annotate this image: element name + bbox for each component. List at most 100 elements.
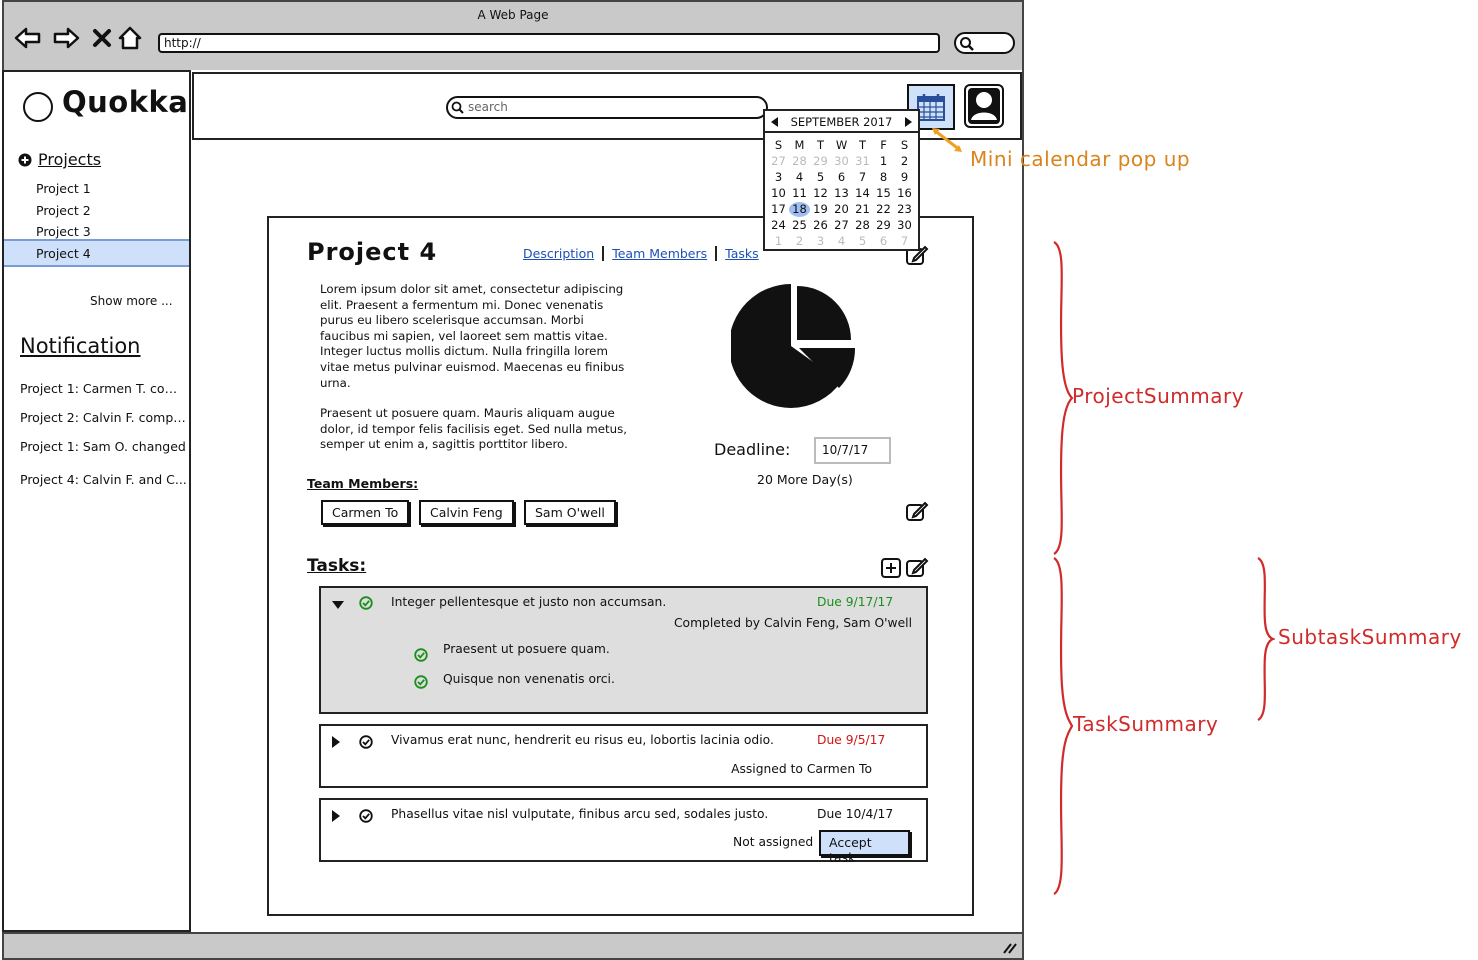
task-status: Assigned to Carmen To: [731, 762, 872, 776]
team-member-chip[interactable]: Sam O'well: [524, 500, 616, 525]
calendar-day[interactable]: 11: [789, 186, 810, 201]
calendar-day[interactable]: 17: [768, 202, 789, 217]
notification-item[interactable]: Project 2: Calvin F. completed: [20, 410, 188, 425]
search-input[interactable]: search: [446, 96, 768, 119]
calendar-day[interactable]: 30: [831, 154, 852, 169]
calendar-day[interactable]: 9: [894, 170, 915, 185]
next-month-icon[interactable]: [904, 116, 914, 128]
calendar-day[interactable]: 7: [894, 234, 915, 249]
calendar-day[interactable]: 6: [873, 234, 894, 249]
logo-icon: [23, 92, 53, 122]
sidebar-item-project-2[interactable]: Project 2: [4, 200, 189, 222]
tab-tasks[interactable]: Tasks: [715, 246, 767, 261]
calendar-day[interactable]: 3: [810, 234, 831, 249]
forward-icon[interactable]: [52, 24, 80, 52]
browser-search-field[interactable]: [954, 32, 1015, 54]
calendar-day[interactable]: 4: [789, 170, 810, 185]
user-avatar-button[interactable]: [964, 84, 1004, 128]
weekday-label: T: [816, 138, 825, 152]
edit-tasks-icon[interactable]: [905, 556, 929, 578]
calendar-day[interactable]: 8: [873, 170, 894, 185]
sidebar-item-project-4[interactable]: Project 4: [4, 239, 189, 267]
url-bar[interactable]: http://: [158, 33, 940, 53]
notification-item[interactable]: Project 1: Sam O. changed: [20, 439, 188, 454]
calendar-day[interactable]: 30: [894, 218, 915, 233]
resize-grip-icon[interactable]: [1002, 940, 1018, 954]
weekday-label: M: [794, 138, 805, 152]
calendar-day[interactable]: 2: [894, 154, 915, 169]
subtask-complete-icon[interactable]: [414, 648, 428, 662]
accept-task-button[interactable]: Accept task: [819, 830, 910, 865]
task-summary[interactable]: Vivamus erat nunc, hendrerit eu risus eu…: [319, 724, 928, 788]
task-status: Not assigned: [733, 835, 814, 849]
back-icon[interactable]: [14, 24, 42, 52]
sidebar-item-project-1[interactable]: Project 1: [4, 178, 189, 200]
window-title: A Web Page: [477, 8, 549, 22]
calendar-day[interactable]: 3: [768, 170, 789, 185]
add-task-icon[interactable]: [881, 558, 901, 578]
calendar-day[interactable]: 2: [789, 234, 810, 249]
days-remaining: 20 More Day(s): [757, 472, 853, 487]
calendar-day[interactable]: 27: [831, 218, 852, 233]
collapse-triangle-icon[interactable]: [331, 600, 345, 610]
calendar-day[interactable]: 6: [831, 170, 852, 185]
task-check-icon[interactable]: [359, 809, 373, 823]
calendar-day[interactable]: 5: [810, 170, 831, 185]
edit-team-icon[interactable]: [905, 500, 929, 522]
tasks-label: Tasks:: [307, 556, 367, 576]
add-circle-icon[interactable]: [18, 153, 32, 167]
tab-description[interactable]: Description: [523, 246, 602, 261]
calendar-day[interactable]: 28: [852, 218, 873, 233]
notification-item[interactable]: Project 1: Carmen T. completed: [20, 381, 188, 396]
expand-triangle-icon[interactable]: [331, 809, 341, 823]
calendar-day[interactable]: 25: [789, 218, 810, 233]
calendar-day[interactable]: 29: [810, 154, 831, 169]
description-paragraph: Lorem ipsum dolor sit amet, consectetur …: [320, 282, 625, 390]
prev-month-icon[interactable]: [769, 116, 779, 128]
mini-calendar-popup: SEPTEMBER 2017 S M T W T F S 27 28 29 30…: [763, 109, 920, 251]
calendar-day[interactable]: 1: [768, 234, 789, 249]
task-due-date: Due 9/17/17: [817, 595, 894, 609]
calendar-day[interactable]: 23: [894, 202, 915, 217]
calendar-day[interactable]: 16: [894, 186, 915, 201]
stop-icon[interactable]: [88, 24, 116, 52]
expand-triangle-icon[interactable]: [331, 735, 341, 749]
calendar-day[interactable]: 21: [852, 202, 873, 217]
team-member-chip[interactable]: Calvin Feng: [419, 500, 514, 525]
calendar-day[interactable]: 22: [873, 202, 894, 217]
calendar-day[interactable]: 31: [852, 154, 873, 169]
task-complete-icon[interactable]: [359, 596, 373, 610]
calendar-day[interactable]: 7: [852, 170, 873, 185]
calendar-day[interactable]: 19: [810, 202, 831, 217]
calendar-day[interactable]: 24: [768, 218, 789, 233]
deadline-field[interactable]: 10/7/17: [814, 437, 891, 464]
calendar-day[interactable]: 28: [789, 154, 810, 169]
calendar-day[interactable]: 20: [831, 202, 852, 217]
calendar-day[interactable]: 13: [831, 186, 852, 201]
projects-header[interactable]: Projects: [18, 150, 101, 169]
task-summary[interactable]: Phasellus vitae nisl vulputate, finibus …: [319, 798, 928, 865]
calendar-day[interactable]: 12: [810, 186, 831, 201]
app-logo[interactable]: Quokka: [62, 85, 188, 119]
calendar-week-row: 3 4 5 6 7 8 9: [768, 170, 915, 185]
calendar-day[interactable]: 14: [852, 186, 873, 201]
calendar-day[interactable]: 4: [831, 234, 852, 249]
home-icon[interactable]: [116, 24, 144, 52]
subtask-name: Praesent ut posuere quam.: [443, 642, 610, 656]
task-check-icon[interactable]: [359, 735, 373, 749]
task-summary-expanded[interactable]: Integer pellentesque et justo non accums…: [319, 586, 928, 714]
calendar-day[interactable]: 27: [768, 154, 789, 169]
project-summary-brace-icon: [1053, 241, 1074, 555]
notification-item[interactable]: Project 4: Calvin F. and C...: [20, 472, 188, 487]
subtask-complete-icon[interactable]: [414, 675, 428, 689]
calendar-day[interactable]: 15: [873, 186, 894, 201]
calendar-day[interactable]: 26: [810, 218, 831, 233]
calendar-day[interactable]: 5: [852, 234, 873, 249]
show-more-link[interactable]: Show more ...: [90, 294, 173, 308]
calendar-day-selected[interactable]: 18: [789, 202, 810, 217]
team-member-chip[interactable]: Carmen To: [321, 500, 410, 525]
calendar-day[interactable]: 29: [873, 218, 894, 233]
calendar-day[interactable]: 1: [873, 154, 894, 169]
calendar-day[interactable]: 10: [768, 186, 789, 201]
tab-team-members[interactable]: Team Members: [602, 246, 715, 261]
